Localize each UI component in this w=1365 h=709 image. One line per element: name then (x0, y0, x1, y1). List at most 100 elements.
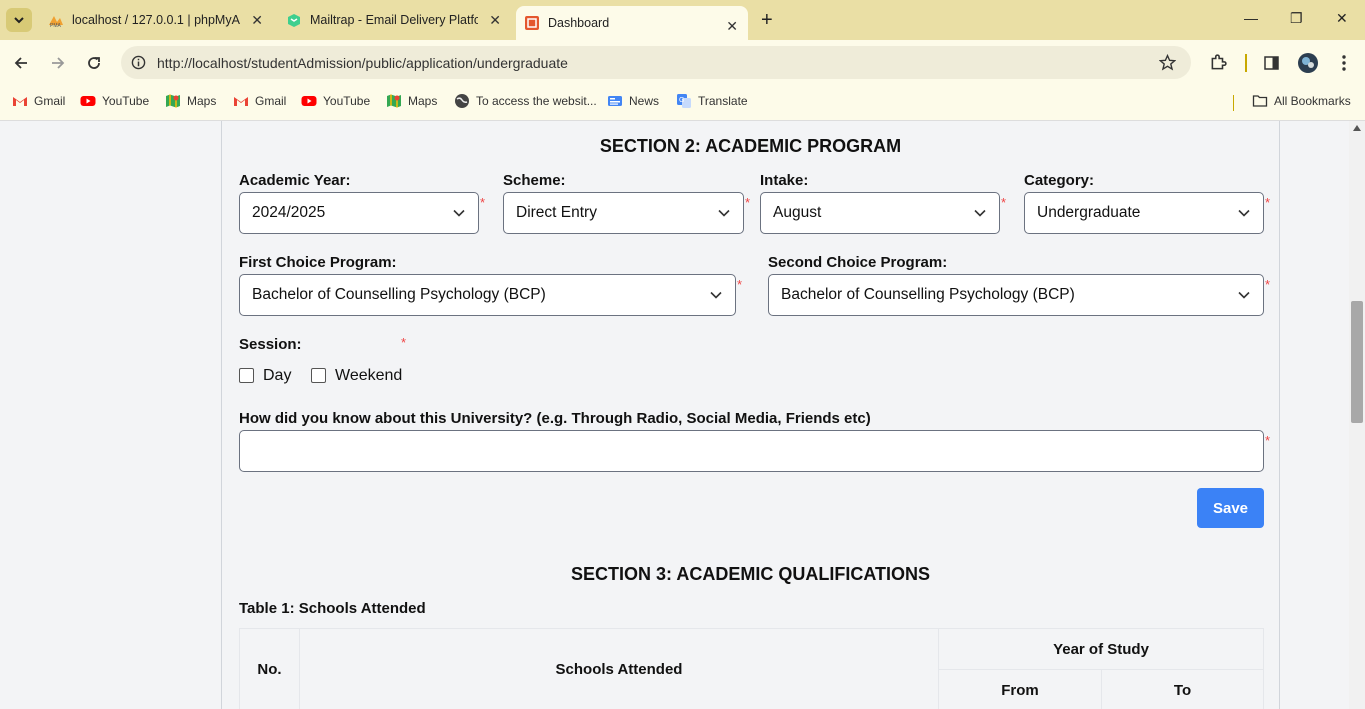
bookmark-gmail[interactable]: Gmail (233, 93, 286, 109)
category-select[interactable]: Undergraduate (1024, 192, 1264, 234)
select-value: 2024/2025 (252, 204, 326, 221)
svg-text:G: G (679, 97, 684, 104)
bookmark-label: Gmail (34, 94, 66, 108)
page-scrollbar[interactable] (1349, 121, 1365, 709)
bookmark-star-icon[interactable] (1159, 54, 1176, 71)
second-choice-label: Second Choice Program: (768, 254, 948, 271)
day-checkbox[interactable] (239, 368, 254, 383)
to-header: To (1101, 669, 1264, 709)
scroll-up-arrow-icon[interactable] (1353, 125, 1361, 131)
how-know-label: How did you know about this University? … (239, 410, 871, 427)
bookmarks-bar: Gmail YouTube Maps Gmail YouTube Maps To… (0, 85, 1365, 121)
chevron-down-icon (453, 209, 465, 217)
folder-icon (1252, 95, 1268, 107)
maps-icon (166, 94, 180, 108)
bookmark-youtube[interactable]: YouTube (301, 93, 370, 109)
youtube-icon (80, 96, 96, 106)
select-value: Bachelor of Counselling Psychology (BCP) (252, 286, 546, 303)
bookmark-maps[interactable]: Maps (165, 93, 216, 109)
session-label: Session: (239, 336, 302, 353)
required-marker: * (1265, 433, 1271, 448)
close-icon[interactable]: ✕ (489, 12, 501, 29)
required-marker: * (1001, 195, 1007, 210)
all-bookmarks-button[interactable]: All Bookmarks (1252, 93, 1351, 109)
academic-year-select[interactable]: 2024/2025 (239, 192, 479, 234)
site-info-icon[interactable] (131, 55, 146, 70)
bookmark-label: Translate (698, 94, 748, 108)
toolbar-divider (1245, 54, 1247, 72)
close-icon[interactable]: ✕ (726, 18, 738, 35)
chevron-down-icon (718, 209, 730, 217)
tab-mailtrap[interactable]: Mailtrap - Email Delivery Platfor ✕ (286, 0, 511, 40)
restore-button[interactable]: ❐ (1290, 10, 1303, 27)
chevron-down-icon (710, 291, 722, 299)
required-marker: * (737, 277, 743, 292)
schools-header: Schools Attended (299, 628, 939, 709)
weekend-label: Weekend (335, 367, 403, 384)
translate-icon: G (677, 94, 691, 108)
window-close-button[interactable]: ✕ (1336, 10, 1348, 27)
forward-arrow-icon[interactable] (50, 55, 66, 71)
intake-select[interactable]: August (760, 192, 1000, 234)
tab-search-button[interactable] (6, 8, 32, 32)
bookmarks-divider (1233, 95, 1234, 111)
address-bar[interactable]: http://localhost/studentAdmission/public… (121, 46, 1191, 79)
scrollbar-thumb[interactable] (1351, 301, 1363, 423)
browser-titlebar: PMA localhost / 127.0.0.1 | phpMyAd ✕ Ma… (0, 0, 1365, 40)
bookmark-label: News (629, 94, 660, 108)
academic-year-label: Academic Year: (239, 172, 351, 189)
schools-attended-table: No. Schools Attended Year of Study From … (239, 628, 1264, 709)
required-marker: * (1265, 195, 1271, 210)
bookmark-access-website[interactable]: To access the websit... (454, 93, 597, 109)
reload-icon[interactable] (86, 55, 102, 71)
chevron-down-icon (974, 209, 986, 217)
tab-dashboard[interactable]: Dashboard ✕ (516, 6, 748, 40)
more-menu-icon[interactable] (1337, 54, 1351, 72)
bookmark-youtube[interactable]: YouTube (80, 93, 149, 109)
bookmark-news[interactable]: News (607, 93, 659, 109)
category-label: Category: (1024, 172, 1095, 189)
bookmark-translate[interactable]: G Translate (676, 93, 748, 109)
how-know-input[interactable] (239, 430, 1264, 472)
bookmark-label: Gmail (255, 94, 287, 108)
gmail-icon (13, 97, 27, 106)
tab-phpmyadmin[interactable]: PMA localhost / 127.0.0.1 | phpMyAd ✕ (48, 0, 273, 40)
browser-toolbar: http://localhost/studentAdmission/public… (0, 40, 1365, 85)
scheme-select[interactable]: Direct Entry (503, 192, 744, 234)
gmail-icon (234, 97, 248, 106)
page-viewport: SECTION 2: ACADEMIC PROGRAM Academic Yea… (0, 121, 1349, 709)
bookmark-maps[interactable]: Maps (386, 93, 437, 109)
bookmark-label: Maps (408, 94, 438, 108)
side-panel-icon[interactable] (1263, 55, 1280, 71)
save-button[interactable]: Save (1197, 488, 1264, 528)
bookmark-label: To access the websit... (476, 94, 597, 108)
section2-title: SECTION 2: ACADEMIC PROGRAM (599, 136, 902, 156)
maps-icon (387, 94, 401, 108)
youtube-icon (301, 96, 317, 106)
profile-avatar-icon[interactable] (1297, 52, 1319, 74)
globe-icon (455, 94, 469, 108)
bookmark-gmail[interactable]: Gmail (12, 93, 65, 109)
extensions-icon[interactable] (1209, 54, 1227, 72)
day-label: Day (263, 367, 292, 384)
minimize-button[interactable]: — (1244, 10, 1258, 26)
required-marker: * (401, 335, 407, 350)
chevron-down-icon (1238, 209, 1250, 217)
weekend-checkbox[interactable] (311, 368, 326, 383)
select-value: Direct Entry (516, 204, 597, 221)
tab-title: Mailtrap - Email Delivery Platfor (310, 13, 478, 27)
back-arrow-icon[interactable] (13, 55, 29, 71)
news-icon (608, 96, 622, 106)
tab-title: Dashboard (548, 16, 610, 30)
first-choice-select[interactable]: Bachelor of Counselling Psychology (BCP) (239, 274, 736, 316)
chevron-down-icon (1238, 291, 1250, 299)
second-choice-select[interactable]: Bachelor of Counselling Psychology (BCP) (768, 274, 1264, 316)
new-tab-button[interactable]: + (761, 9, 773, 32)
required-marker: * (745, 195, 751, 210)
from-header: From (938, 669, 1102, 709)
dashboard-icon (525, 16, 539, 30)
first-choice-label: First Choice Program: (239, 254, 397, 271)
application-form: SECTION 2: ACADEMIC PROGRAM Academic Yea… (221, 121, 1280, 709)
close-icon[interactable]: ✕ (251, 12, 263, 29)
required-marker: * (480, 195, 486, 210)
